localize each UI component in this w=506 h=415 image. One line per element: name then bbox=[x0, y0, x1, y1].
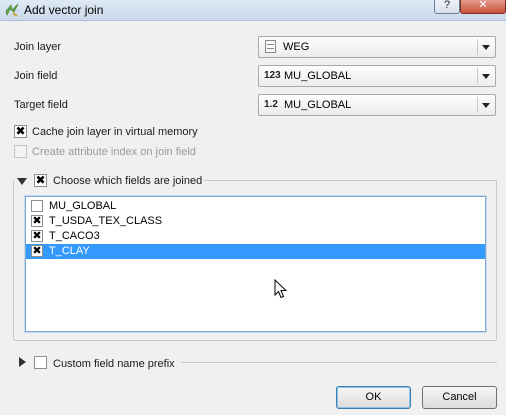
fields-group-checkbox[interactable]: ✖ bbox=[34, 174, 47, 187]
mouse-cursor-icon bbox=[274, 279, 288, 299]
window-title: Add vector join bbox=[24, 3, 104, 17]
qgis-app-icon bbox=[5, 3, 19, 17]
target-field-value: MU_GLOBAL bbox=[284, 99, 352, 111]
target-field-combo[interactable]: 1.2 MU_GLOBAL bbox=[258, 94, 496, 116]
field-checkbox[interactable]: ✖ bbox=[31, 245, 43, 257]
field-label: T_CACO3 bbox=[49, 230, 100, 242]
field-checkbox[interactable] bbox=[31, 200, 43, 212]
list-item-selected[interactable]: ✖ T_CLAY bbox=[26, 244, 485, 259]
integer-type-icon: 123 bbox=[264, 70, 281, 81]
create-index-label[interactable]: Create attribute index on join field bbox=[32, 146, 196, 158]
help-button[interactable]: ? bbox=[434, 0, 460, 14]
decimal-type-icon: 1.2 bbox=[264, 99, 278, 110]
join-field-label: Join field bbox=[14, 70, 58, 82]
target-field-label: Target field bbox=[14, 99, 68, 111]
chevron-down-icon[interactable] bbox=[482, 74, 490, 79]
prefix-checkbox[interactable] bbox=[34, 356, 47, 369]
field-checkbox[interactable]: ✖ bbox=[31, 230, 43, 242]
title-bar[interactable]: Add vector join ? ✕ bbox=[0, 0, 506, 21]
prefix-label[interactable]: Custom field name prefix bbox=[53, 358, 175, 370]
join-layer-label: Join layer bbox=[14, 41, 62, 53]
combo-separator bbox=[477, 68, 478, 84]
field-label: MU_GLOBAL bbox=[49, 200, 117, 212]
fields-list[interactable]: MU_GLOBAL ✖ T_USDA_TEX_CLASS ✖ T_CACO3 ✖… bbox=[25, 196, 486, 332]
list-item[interactable]: ✖ T_USDA_TEX_CLASS bbox=[26, 214, 485, 229]
cache-checkbox[interactable]: ✖ bbox=[14, 125, 27, 138]
cancel-button[interactable]: Cancel bbox=[422, 386, 497, 409]
group-divider bbox=[181, 362, 497, 363]
chevron-down-icon[interactable] bbox=[482, 103, 490, 108]
close-button[interactable]: ✕ bbox=[460, 0, 506, 14]
join-layer-value: WEG bbox=[283, 41, 310, 53]
join-field-value: MU_GLOBAL bbox=[284, 70, 352, 82]
join-layer-combo[interactable]: WEG bbox=[258, 36, 496, 58]
create-index-checkbox[interactable] bbox=[14, 145, 27, 158]
join-field-combo[interactable]: 123 MU_GLOBAL bbox=[258, 65, 496, 87]
field-label: T_USDA_TEX_CLASS bbox=[49, 215, 163, 227]
expand-triangle-icon[interactable] bbox=[19, 357, 26, 367]
list-item[interactable]: ✖ T_CACO3 bbox=[26, 229, 485, 244]
combo-separator bbox=[477, 39, 478, 55]
table-layer-icon bbox=[265, 40, 276, 53]
field-checkbox[interactable]: ✖ bbox=[31, 215, 43, 227]
field-label: T_CLAY bbox=[49, 245, 90, 257]
fields-group-label[interactable]: Choose which fields are joined bbox=[53, 175, 202, 187]
collapse-triangle-icon[interactable] bbox=[17, 178, 27, 185]
cache-label[interactable]: Cache join layer in virtual memory bbox=[32, 126, 198, 138]
chevron-down-icon[interactable] bbox=[482, 45, 490, 50]
list-item[interactable]: MU_GLOBAL bbox=[26, 199, 485, 214]
combo-separator bbox=[477, 97, 478, 113]
ok-button[interactable]: OK bbox=[336, 386, 411, 409]
